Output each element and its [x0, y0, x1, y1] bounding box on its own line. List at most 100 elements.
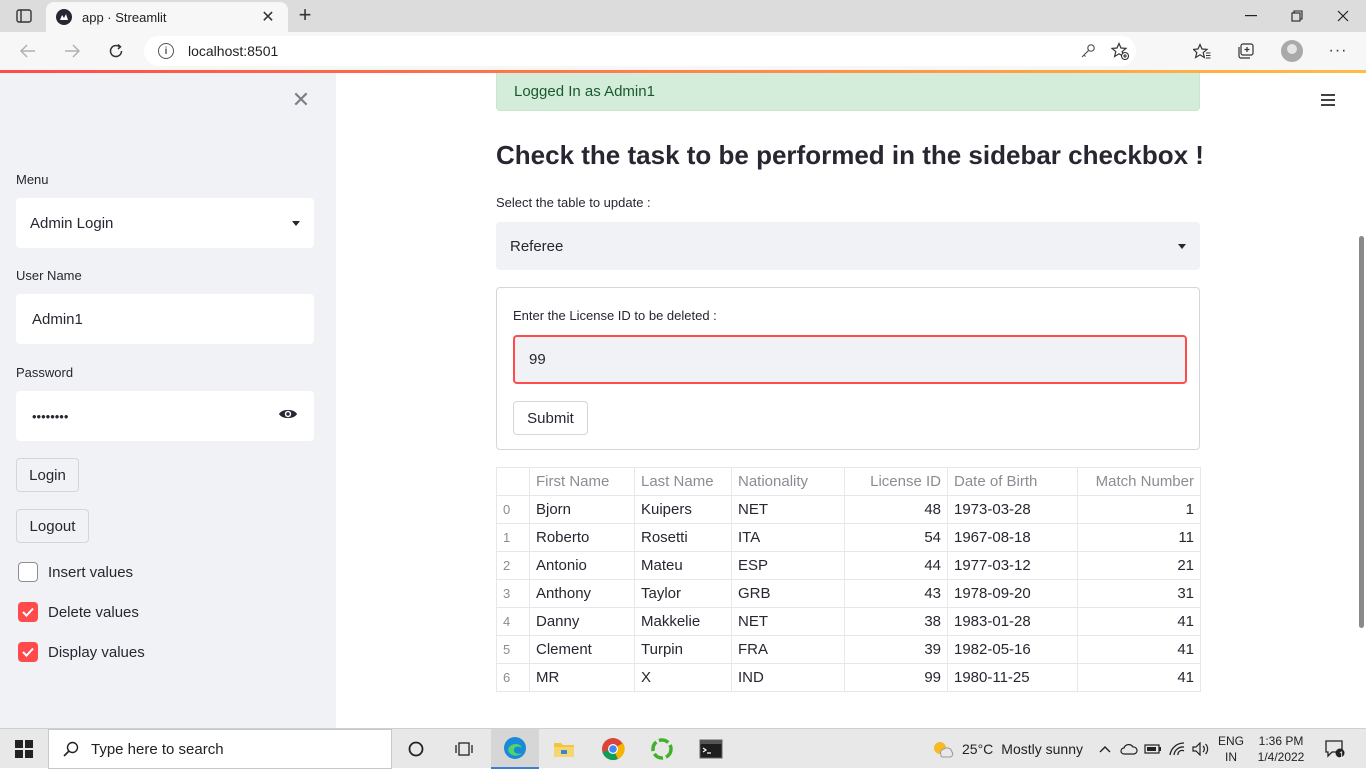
table-cell: MR	[529, 663, 635, 692]
checkbox-checked-icon[interactable]	[18, 642, 38, 662]
clock-date: 1/4/2022	[1257, 750, 1305, 764]
url-box[interactable]: i localhost:8501	[144, 36, 1136, 66]
table-cell: 1982-05-16	[947, 635, 1078, 664]
table-select-value: Referee	[510, 237, 564, 255]
table-cell: Danny	[529, 607, 635, 636]
table-cell: 41	[1077, 635, 1201, 664]
streamlit-favicon-icon	[56, 9, 72, 25]
partly-sunny-icon	[932, 739, 954, 759]
windows-start-icon[interactable]	[0, 729, 48, 769]
column-header[interactable]: Last Name	[634, 467, 732, 496]
table-row: 5 Clement Turpin FRA 39 1982-05-16 41	[496, 635, 1201, 664]
windows-taskbar: Type here to search 25°C Mostly sunny EN…	[0, 728, 1366, 769]
column-header[interactable]: Match Number	[1077, 467, 1201, 496]
table-cell: Antonio	[529, 551, 635, 580]
taskbar-search-box[interactable]: Type here to search	[48, 729, 392, 769]
task-view-icon[interactable]	[440, 729, 488, 769]
insert-values-checkbox[interactable]: Insert values	[18, 561, 133, 583]
sidebar-close-icon[interactable]: ✕	[290, 87, 312, 113]
table-cell: 1	[1077, 495, 1201, 524]
onedrive-cloud-icon[interactable]	[1118, 729, 1140, 769]
language-indicator[interactable]: ENG IN	[1218, 733, 1244, 765]
password-value: ••••••••	[32, 408, 69, 424]
delete-values-checkbox[interactable]: Delete values	[18, 601, 139, 623]
username-field[interactable]: Admin1	[16, 294, 314, 344]
key-icon[interactable]	[1072, 38, 1104, 64]
login-button[interactable]: Login	[16, 458, 79, 492]
wifi-icon[interactable]	[1166, 729, 1188, 769]
page-scrollbar[interactable]	[1359, 236, 1364, 628]
tab-actions-icon[interactable]	[6, 4, 42, 28]
taskbar-search-placeholder: Type here to search	[91, 740, 224, 758]
row-index: 1	[496, 523, 530, 552]
menu-select-value: Admin Login	[30, 214, 114, 232]
license-id-input[interactable]: 99	[513, 335, 1187, 384]
minimize-icon[interactable]	[1228, 0, 1274, 32]
table-cell: X	[634, 663, 732, 692]
tab-close-icon[interactable]: ✕	[258, 7, 278, 27]
back-icon[interactable]	[14, 38, 42, 64]
table-cell: 38	[844, 607, 948, 636]
cortana-icon[interactable]	[392, 729, 440, 769]
checkbox-label: Delete values	[48, 603, 139, 621]
table-cell: Clement	[529, 635, 635, 664]
table-cell: FRA	[731, 635, 845, 664]
notification-count: 1	[1339, 750, 1345, 760]
column-header[interactable]: Nationality	[731, 467, 845, 496]
chrome-icon[interactable]	[589, 729, 637, 769]
table-cell: 41	[1077, 607, 1201, 636]
column-header[interactable]: License ID	[844, 467, 948, 496]
reload-icon[interactable]	[102, 38, 130, 64]
table-cell: 39	[844, 635, 948, 664]
password-label: Password	[16, 365, 74, 380]
display-values-checkbox[interactable]: Display values	[18, 641, 145, 663]
success-alert: Logged In as Admin1	[496, 73, 1200, 111]
edge-taskbar-icon[interactable]	[491, 729, 539, 769]
more-options-icon[interactable]: ···	[1322, 38, 1354, 64]
window-close-icon[interactable]	[1320, 0, 1366, 32]
profile-avatar[interactable]	[1276, 38, 1308, 64]
browser-tab[interactable]: app · Streamlit ✕	[46, 2, 288, 32]
show-hidden-icons-chevron-up-icon[interactable]	[1096, 729, 1114, 769]
table-select-label: Select the table to update :	[496, 195, 651, 210]
table-cell: GRB	[731, 579, 845, 608]
table-select[interactable]: Referee	[496, 222, 1200, 270]
table-row: 1 Roberto Rosetti ITA 54 1967-08-18 11	[496, 523, 1201, 552]
file-explorer-icon[interactable]	[540, 729, 588, 769]
collections-icon[interactable]	[1230, 38, 1262, 64]
clock-time: 1:36 PM	[1258, 734, 1304, 748]
password-field[interactable]: ••••••••	[16, 391, 314, 441]
row-index: 5	[496, 635, 530, 664]
show-password-eye-icon[interactable]	[278, 407, 298, 425]
green-app-icon[interactable]	[638, 729, 686, 769]
battery-icon[interactable]	[1142, 729, 1164, 769]
row-index: 3	[496, 579, 530, 608]
notifications-icon[interactable]: 1	[1320, 729, 1350, 769]
menu-select[interactable]: Admin Login	[16, 198, 314, 248]
logout-button[interactable]: Logout	[16, 509, 89, 543]
terminal-icon[interactable]	[687, 729, 735, 769]
forward-icon[interactable]	[58, 38, 86, 64]
table-row: 2 Antonio Mateu ESP 44 1977-03-12 21	[496, 551, 1201, 580]
table-cell: 54	[844, 523, 948, 552]
volume-icon[interactable]	[1190, 729, 1212, 769]
hamburger-menu-icon[interactable]	[1320, 93, 1340, 109]
restore-icon[interactable]	[1274, 0, 1320, 32]
column-header[interactable]: First Name	[529, 467, 635, 496]
new-tab-icon[interactable]: +	[292, 3, 318, 29]
favorites-icon[interactable]	[1186, 38, 1218, 64]
column-header[interactable]: Date of Birth	[947, 467, 1078, 496]
table-cell: ESP	[731, 551, 845, 580]
table-row: 6 MR X IND 99 1980-11-25 41	[496, 663, 1201, 692]
submit-button[interactable]: Submit	[513, 401, 588, 435]
table-cell: 1983-01-28	[947, 607, 1078, 636]
checkbox-checked-icon[interactable]	[18, 602, 38, 622]
site-info-icon[interactable]: i	[158, 43, 174, 59]
taskbar-clock[interactable]: 1:36 PM 1/4/2022	[1253, 733, 1309, 765]
checkbox-unchecked-icon[interactable]	[18, 562, 38, 582]
table-cell: Mateu	[634, 551, 732, 580]
add-favorite-icon[interactable]	[1104, 38, 1136, 64]
table-cell: Kuipers	[634, 495, 732, 524]
weather-widget[interactable]: 25°C Mostly sunny	[932, 729, 1083, 769]
url-text[interactable]: localhost:8501	[188, 43, 1072, 59]
